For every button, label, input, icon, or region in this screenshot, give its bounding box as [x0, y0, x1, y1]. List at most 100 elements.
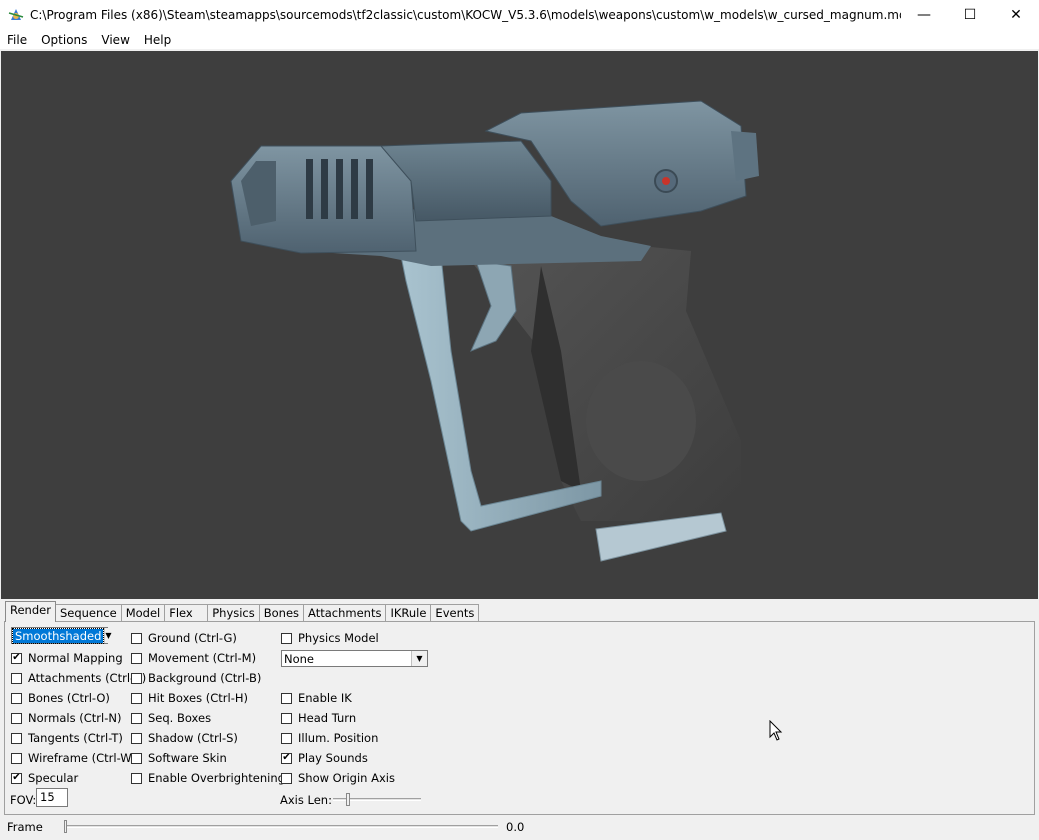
checkbox-head-turn[interactable]: Head Turn — [281, 711, 356, 725]
title-bar: C:\Program Files (x86)\Steam\steamapps\s… — [0, 0, 1039, 30]
checkbox-ground[interactable]: Ground (Ctrl-G) — [131, 631, 237, 645]
minimize-button[interactable]: — — [901, 0, 947, 30]
checkbox-box — [11, 732, 22, 744]
model-viewport[interactable] — [1, 51, 1038, 599]
checkbox-attachments[interactable]: Attachments (Ctrl-A) — [11, 671, 146, 685]
checkbox-box — [131, 692, 142, 704]
menu-bar: File Options View Help — [0, 30, 1039, 50]
checkbox-background[interactable]: Background (Ctrl-B) — [131, 671, 261, 685]
checkbox-label: Normals (Ctrl-N) — [28, 711, 122, 725]
checkbox-label: Normal Mapping — [28, 651, 123, 665]
pistol-model-render — [230, 100, 759, 562]
checkbox-box — [131, 652, 142, 664]
checkbox-label: Wireframe (Ctrl-W) — [28, 751, 137, 765]
menu-help[interactable]: Help — [137, 30, 178, 50]
checkbox-software-skin[interactable]: Software Skin — [131, 751, 227, 765]
checkbox-box: ✔ — [11, 772, 22, 784]
tab-ikrule[interactable]: IKRule — [385, 604, 432, 622]
tab-physics[interactable]: Physics — [207, 604, 260, 622]
tab-model[interactable]: Model — [120, 604, 166, 622]
chevron-down-icon: ▼ — [411, 651, 427, 666]
frame-slider-thumb[interactable] — [64, 820, 67, 833]
checkbox-label: Bones (Ctrl-O) — [28, 691, 110, 705]
control-tabs: Render Sequence Model Flex Physics Bones… — [5, 601, 480, 622]
checkbox-box — [131, 772, 142, 784]
checkbox-box — [131, 712, 142, 724]
physics-select-value: None — [284, 651, 315, 666]
checkbox-box — [131, 752, 142, 764]
checkbox-box — [281, 632, 292, 644]
checkbox-movement[interactable]: Movement (Ctrl-M) — [131, 651, 256, 665]
checkbox-label: Enable IK — [298, 691, 352, 705]
tab-render[interactable]: Render — [5, 601, 56, 622]
checkbox-label: Play Sounds — [298, 751, 368, 765]
checkbox-box — [131, 732, 142, 744]
menu-file[interactable]: File — [0, 30, 34, 50]
tab-events[interactable]: Events — [430, 604, 480, 622]
checkbox-box — [11, 672, 22, 684]
axis-len-label: Axis Len: — [280, 793, 332, 807]
fov-input[interactable]: 15 — [36, 788, 68, 807]
checkbox-shadow[interactable]: Shadow (Ctrl-S) — [131, 731, 238, 745]
frame-bar: Frame 0.0 — [0, 816, 1039, 840]
checkbox-illum-position[interactable]: Illum. Position — [281, 731, 378, 745]
checkbox-box — [11, 752, 22, 764]
mouse-cursor-icon — [769, 720, 783, 741]
physics-model-select[interactable]: None ▼ — [281, 650, 428, 667]
checkbox-box — [281, 692, 292, 704]
checkbox-label: Seq. Boxes — [148, 711, 212, 725]
checkbox-box — [281, 732, 292, 744]
checkbox-box — [281, 712, 292, 724]
checkbox-label: Specular — [28, 771, 79, 785]
checkbox-bones[interactable]: Bones (Ctrl-O) — [11, 691, 110, 705]
checkbox-enable-ik[interactable]: Enable IK — [281, 691, 352, 705]
checkbox-box — [11, 692, 22, 704]
checkbox-normal-mapping[interactable]: ✔ Normal Mapping — [11, 651, 123, 665]
frame-slider-track — [64, 825, 498, 828]
render-mode-value: Smoothshaded — [11, 627, 105, 644]
checkbox-label: Illum. Position — [298, 731, 379, 745]
checkbox-show-origin-axis[interactable]: Show Origin Axis — [281, 771, 395, 785]
checkbox-label: Physics Model — [298, 631, 379, 645]
checkbox-label: Ground (Ctrl-G) — [148, 631, 237, 645]
model-viewer-app-icon — [8, 7, 24, 23]
fov-label: FOV: — [10, 793, 37, 807]
menu-view[interactable]: View — [94, 30, 136, 50]
checkbox-enable-overbrightening[interactable]: Enable Overbrightening — [131, 771, 285, 785]
close-button[interactable]: ✕ — [993, 0, 1039, 30]
checkbox-box — [11, 712, 22, 724]
checkbox-label: Tangents (Ctrl-T) — [28, 731, 123, 745]
tab-sequence[interactable]: Sequence — [54, 604, 122, 622]
checkbox-label: Show Origin Axis — [298, 771, 395, 785]
checkbox-specular[interactable]: ✔ Specular — [11, 771, 78, 785]
chevron-down-icon: ▼ — [104, 628, 112, 643]
checkbox-label: Hit Boxes (Ctrl-H) — [148, 691, 248, 705]
checkbox-box — [131, 672, 142, 684]
checkbox-label: Attachments (Ctrl-A) — [28, 671, 147, 685]
checkbox-label: Movement (Ctrl-M) — [148, 651, 257, 665]
checkbox-label: Head Turn — [298, 711, 357, 725]
frame-label: Frame — [7, 820, 43, 834]
tab-attachments[interactable]: Attachments — [303, 604, 387, 622]
checkbox-label: Enable Overbrightening — [148, 771, 285, 785]
maximize-button[interactable]: ☐ — [947, 0, 993, 30]
checkbox-box: ✔ — [11, 652, 22, 664]
checkbox-normals[interactable]: Normals (Ctrl-N) — [11, 711, 121, 725]
frame-value: 0.0 — [506, 820, 525, 834]
render-mode-select[interactable]: Smoothshaded ▼ — [11, 627, 112, 644]
checkbox-label: Shadow (Ctrl-S) — [148, 731, 238, 745]
checkbox-box — [281, 772, 292, 784]
axis-len-slider-thumb[interactable] — [346, 793, 350, 806]
tab-bones[interactable]: Bones — [258, 604, 305, 622]
tab-flex[interactable]: Flex — [164, 604, 209, 622]
window-title: C:\Program Files (x86)\Steam\steamapps\s… — [30, 8, 901, 22]
checkbox-box — [131, 632, 142, 644]
checkbox-physics-model[interactable]: Physics Model — [281, 631, 379, 645]
checkbox-wireframe[interactable]: Wireframe (Ctrl-W) — [11, 751, 136, 765]
checkbox-play-sounds[interactable]: ✔ Play Sounds — [281, 751, 368, 765]
checkbox-tangents[interactable]: Tangents (Ctrl-T) — [11, 731, 123, 745]
checkbox-seq-boxes[interactable]: Seq. Boxes — [131, 711, 211, 725]
menu-options[interactable]: Options — [34, 30, 94, 50]
checkbox-hit-boxes[interactable]: Hit Boxes (Ctrl-H) — [131, 691, 248, 705]
checkbox-label: Software Skin — [148, 751, 227, 765]
